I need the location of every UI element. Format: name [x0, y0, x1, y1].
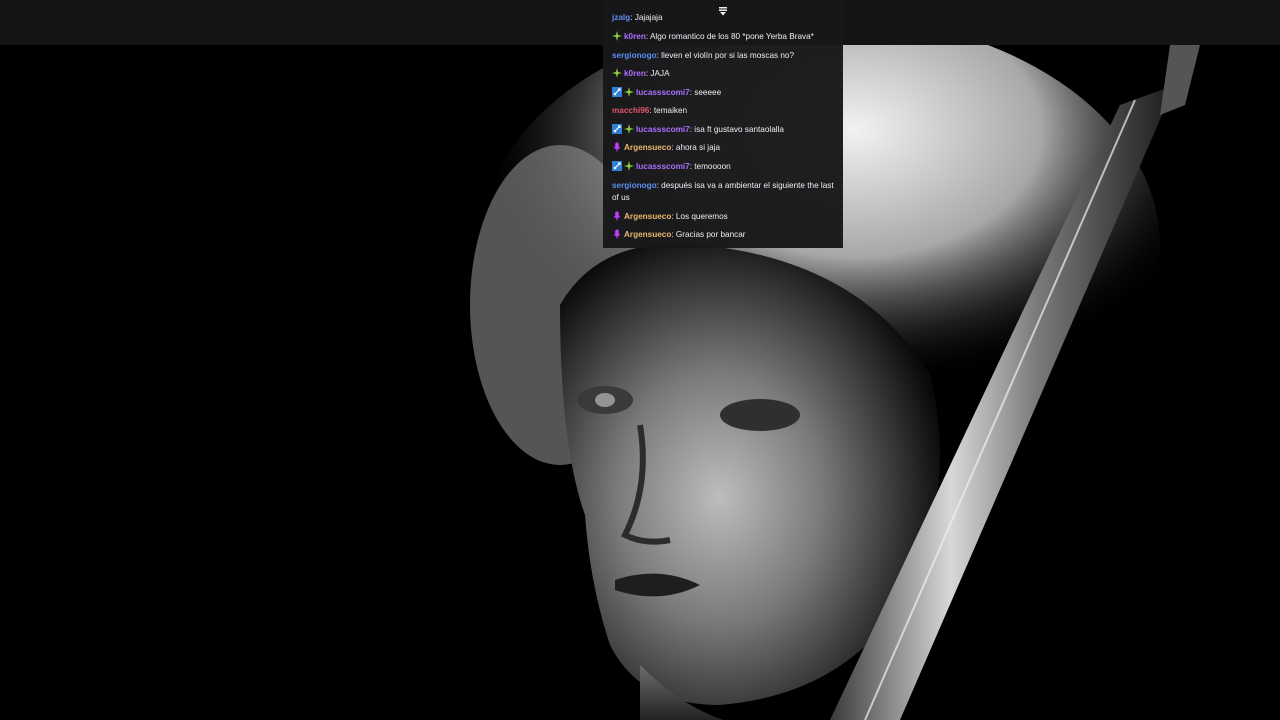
chat-message: sergionogo: después isa va a ambientar e…: [612, 180, 834, 204]
chat-message-text: seeeee: [694, 88, 722, 97]
chat-username[interactable]: k0ren: [624, 32, 646, 41]
chat-message: macchi96: temaiken: [612, 105, 834, 117]
sparkle-badge-icon[interactable]: [624, 87, 634, 97]
moderator-badge-icon[interactable]: [612, 87, 622, 97]
chat-message: Argensueco: Los queremos: [612, 211, 834, 223]
chat-overlay: jzalg: Jajajaja k0ren: Algo romantico de …: [603, 0, 843, 248]
chat-username[interactable]: sergionogo: [612, 51, 657, 60]
chat-message-text: lleven el violín por si las moscas no?: [661, 51, 795, 60]
chat-username[interactable]: lucassscomi7: [636, 88, 690, 97]
chat-message: lucassscomi7: seeeee: [612, 87, 834, 99]
chat-paused-icon[interactable]: [718, 6, 728, 16]
chat-message-text: Jajajaja: [634, 13, 663, 22]
chat-message-text: Algo romantico de los 80 *pone Yerba Bra…: [649, 32, 814, 41]
chat-username[interactable]: Argensueco: [624, 143, 671, 152]
microphone-badge-icon[interactable]: [612, 229, 622, 239]
chat-username[interactable]: k0ren: [624, 69, 646, 78]
sparkle-badge-icon[interactable]: [624, 124, 634, 134]
chat-message: k0ren: JAJA: [612, 68, 834, 80]
chat-username[interactable]: lucassscomi7: [636, 162, 690, 171]
chat-message: sergionogo: lleven el violín por si las …: [612, 50, 834, 62]
chat-message: lucassscomi7: temoooon: [612, 161, 834, 173]
stream-player: jzalg: Jajajaja k0ren: Algo romantico de …: [0, 0, 1280, 720]
chat-message-text: isa ft gustavo santaolalla: [694, 125, 784, 134]
chat-message-text: Gracias por bancar: [675, 230, 746, 239]
chat-message-text: temaiken: [653, 106, 688, 115]
chat-username[interactable]: Argensueco: [624, 212, 671, 221]
moderator-badge-icon[interactable]: [612, 161, 622, 171]
chat-username[interactable]: macchi96: [612, 106, 649, 115]
chat-message: k0ren: Algo romantico de los 80 *pone Ye…: [612, 31, 834, 43]
chat-username[interactable]: sergionogo: [612, 181, 657, 190]
chat-message-text: Los queremos: [675, 212, 728, 221]
sparkle-badge-icon[interactable]: [624, 161, 634, 171]
chat-username[interactable]: Argensueco: [624, 230, 671, 239]
sparkle-badge-icon[interactable]: [612, 31, 622, 41]
chat-message-text: JAJA: [650, 69, 670, 78]
chat-message: Argensueco: ahora si jaja: [612, 142, 834, 154]
chat-message: lucassscomi7: isa ft gustavo santaolalla: [612, 124, 834, 136]
chat-message-text: temoooon: [694, 162, 731, 171]
chat-username[interactable]: jzalg: [612, 13, 630, 22]
microphone-badge-icon[interactable]: [612, 211, 622, 221]
chat-username[interactable]: lucassscomi7: [636, 125, 690, 134]
moderator-badge-icon[interactable]: [612, 124, 622, 134]
microphone-badge-icon[interactable]: [612, 142, 622, 152]
chat-message-text: ahora si jaja: [675, 143, 721, 152]
chat-message: Argensueco: Gracias por bancar: [612, 229, 834, 241]
sparkle-badge-icon[interactable]: [612, 68, 622, 78]
